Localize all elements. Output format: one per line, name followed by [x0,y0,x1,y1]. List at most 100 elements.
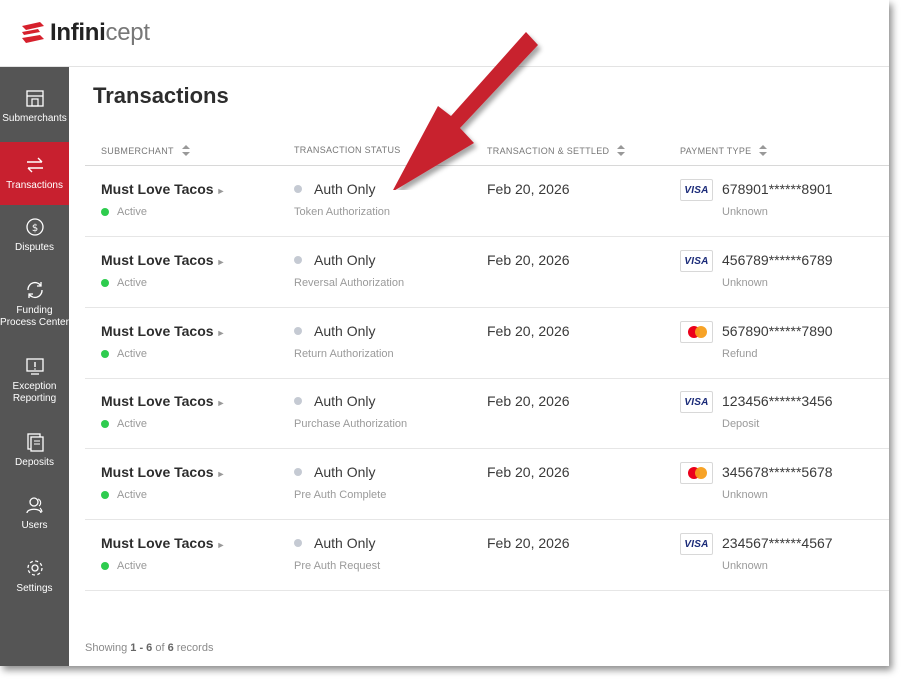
sidebar-item-label: Users [21,520,48,531]
mastercard-icon [680,462,713,484]
column-header-submerchant[interactable]: SUBMERCHANT [101,145,190,157]
transaction-status-detail: Purchase Authorization [294,418,408,430]
sidebar-item-transactions[interactable]: Transactions [0,142,69,205]
transaction-date: Feb 20, 2026 [487,464,570,480]
sidebar-item-exception-reporting[interactable]: Exception Reporting [0,355,69,411]
transaction-status: Auth Only [294,181,375,197]
status-dot-icon [101,350,109,358]
caret-right-icon: ► [216,328,226,338]
footer-suffix: records [173,642,214,654]
merchant-link[interactable]: Must Love Tacos ► [101,464,225,480]
visa-icon: VISA [680,250,713,272]
sidebar-item-label: Disputes [15,242,54,253]
transaction-status-text: Auth Only [314,181,376,197]
status-dot-icon [294,397,302,405]
transaction-status-text: Auth Only [314,464,376,480]
visa-icon: VISA [680,179,713,201]
merchant-link[interactable]: Must Love Tacos ► [101,535,225,551]
sidebar-item-deposits[interactable]: Deposits [0,431,69,475]
merchant-status: Active [101,206,147,218]
merchant-status: Active [101,560,147,572]
merchant-link[interactable]: Must Love Tacos ► [101,252,225,268]
merchant-name: Must Love Tacos [101,535,214,551]
caret-right-icon: ► [216,257,226,267]
documents-icon [26,433,44,452]
table-row[interactable]: Must Love Tacos ► Active Auth Only Purcha… [85,378,889,449]
merchant-status-text: Active [117,418,147,430]
transaction-status: Auth Only [294,252,375,268]
sidebar-item-label: Funding Process Center [0,305,69,328]
status-dot-icon [101,562,109,570]
column-header-transaction-status: TRANSACTION STATUS [294,145,401,155]
merchant-link[interactable]: Must Love Tacos ► [101,323,225,339]
card-number: 678901******8901 [722,181,833,197]
logo-wordmark: Infinicept [50,19,150,47]
sidebar-item-users[interactable]: Users [0,494,69,538]
column-label: PAYMENT TYPE [680,146,752,156]
footer-prefix: Showing [85,642,131,654]
visa-icon: VISA [680,533,713,555]
users-icon [25,497,43,514]
table-row[interactable]: Must Love Tacos ► Active Auth Only Return… [85,308,889,379]
card-number: 123456******3456 [722,393,833,409]
transaction-date: Feb 20, 2026 [487,393,570,409]
transaction-status: Auth Only [294,535,375,551]
payment-note: Deposit [722,418,760,430]
transaction-date: Feb 20, 2026 [487,252,570,268]
merchant-status-text: Active [117,206,147,218]
status-dot-icon [294,468,302,476]
column-header-transaction-settled[interactable]: TRANSACTION & SETTLED [487,145,626,157]
merchant-name: Must Love Tacos [101,464,214,480]
transaction-status: Auth Only [294,393,375,409]
table-header: SUBMERCHANT TRANSACTION STATUS TRANSACTI… [85,141,889,166]
transaction-status-detail: Pre Auth Complete [294,489,387,501]
table-row[interactable]: Must Love Tacos ► Active Auth Only Pre Au… [85,520,889,591]
app-window: Infinicept Submerchants Transactions $ D… [0,0,889,666]
card-number: 234567******4567 [722,535,833,551]
table-row[interactable]: Must Love Tacos ► Active Auth Only Revers… [85,237,889,308]
sidebar-item-label: Settings [16,583,53,594]
transaction-status-detail: Reversal Authorization [294,277,405,289]
visa-logo-text: VISA [684,396,709,408]
column-header-payment-type[interactable]: PAYMENT TYPE [680,145,768,157]
mastercard-logo [686,466,708,480]
logo-mark-icon [22,22,44,43]
merchant-status: Active [101,277,147,289]
status-dot-icon [101,208,109,216]
payment-note: Unknown [722,489,768,501]
merchant-link[interactable]: Must Love Tacos ► [101,393,225,409]
column-label: TRANSACTION STATUS [294,145,401,155]
caret-right-icon: ► [216,186,226,196]
transaction-status-detail: Pre Auth Request [294,560,381,572]
table-row[interactable]: Must Love Tacos ► Active Auth Only Pre Au… [85,449,889,520]
sidebar-item-submerchants[interactable]: Submerchants [0,87,69,131]
status-dot-icon [294,256,302,264]
visa-icon: VISA [680,391,713,413]
sidebar-item-funding-process-center[interactable]: Funding Process Center [0,279,69,335]
transaction-status-detail: Token Authorization [294,206,391,218]
transaction-date: Feb 20, 2026 [487,535,570,551]
merchant-status: Active [101,489,147,501]
infinicept-logo[interactable]: Infinicept [20,18,150,48]
merchant-status-text: Active [117,560,147,572]
mastercard-logo [686,325,708,339]
sidebar-item-disputes[interactable]: $ Disputes [0,216,69,260]
transaction-status-text: Auth Only [314,252,376,268]
merchant-link[interactable]: Must Love Tacos ► [101,181,225,197]
transaction-status-text: Auth Only [314,323,376,339]
footer-range: 1 - 6 [130,642,153,654]
transfer-arrows-icon [26,157,43,173]
main-content: Transactions SUBMERCHANT TRANSACTION STA… [69,67,889,666]
sort-icon [617,145,626,157]
sidebar: Submerchants Transactions $ Disputes Fun… [0,67,69,666]
status-dot-icon [101,420,109,428]
visa-logo-text: VISA [684,184,709,196]
sidebar-item-settings[interactable]: Settings [0,557,69,601]
transaction-status-detail: Return Authorization [294,348,394,360]
status-dot-icon [101,279,109,287]
sidebar-item-label: Transactions [6,180,63,191]
storefront-icon [25,90,44,107]
table-row[interactable]: Must Love Tacos ► Active Auth Only Token … [85,166,889,237]
footer-of: of [152,642,168,654]
page-title: Transactions [93,83,229,108]
